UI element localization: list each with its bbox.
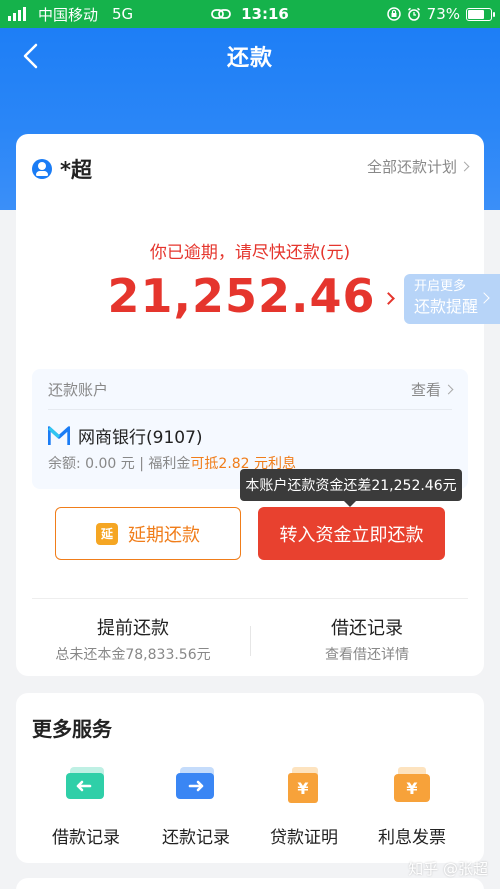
more-services-card: 更多服务 借款记录 还款记录 ¥ 贷款证明 ¥ 利息发票 [16, 693, 484, 863]
overdue-notice: 你已逾期，请尽快还款(元) [149, 243, 351, 263]
user-name: *超 [60, 158, 92, 182]
shortfall-tooltip: 本账户还款资金还差21,252.46元 [240, 469, 462, 507]
watermark: 知乎 @张超 [408, 860, 488, 878]
service-label: 利息发票 [378, 828, 446, 848]
svg-text:¥: ¥ [406, 779, 417, 798]
back-arrow-icon[interactable] [20, 42, 42, 70]
service-label: 贷款证明 [270, 828, 338, 848]
all-plans-label: 全部还款计划 [366, 158, 457, 176]
reminder-line1: 开启更多 [414, 279, 467, 294]
defer-icon: 延 [96, 522, 118, 545]
user-row: *超 [32, 154, 92, 184]
early-repay-button[interactable]: 提前还款 总未还本金78,833.56元 [16, 614, 250, 664]
service-repay-record[interactable]: 还款记录 [146, 765, 246, 848]
repay-record-icon [176, 767, 214, 799]
early-repay-title: 提前还款 [97, 618, 169, 639]
user-avatar-icon [32, 159, 52, 179]
defer-repay-button[interactable]: 延 延期还款 [55, 507, 241, 560]
network-label: 5G [112, 5, 134, 23]
chevron-right-icon [459, 161, 470, 172]
link-icon [211, 9, 232, 19]
service-label: 还款记录 [162, 828, 230, 848]
battery-icon [466, 7, 495, 21]
service-loan-certificate[interactable]: ¥ 贷款证明 [254, 765, 354, 848]
rotation-lock-icon [386, 7, 401, 21]
overdue-amount: 21,252.46 [107, 269, 376, 323]
transfer-repay-button[interactable]: 转入资金立即还款 [258, 507, 445, 560]
account-title: 还款账户 [48, 381, 109, 399]
chevron-right-icon [381, 291, 395, 305]
page-title: 还款 [226, 46, 273, 71]
repay-reminder-tab[interactable]: 开启更多 还款提醒 [404, 274, 500, 324]
bank-row: 网商银行(9107) [48, 423, 203, 448]
repay-label: 转入资金立即还款 [279, 524, 424, 546]
battery-percent: 73% [426, 5, 460, 23]
service-label: 借款记录 [52, 828, 120, 848]
signal-icon [8, 7, 26, 21]
clock: 13:16 [241, 5, 289, 23]
balance-text: 余额: 0.00 元 | 福利金 [48, 456, 191, 472]
divider [32, 598, 468, 599]
records-button[interactable]: 借还记录 查看借还详情 [250, 614, 484, 664]
chevron-right-icon [443, 384, 454, 395]
mybank-logo-icon [48, 425, 70, 445]
service-loan-record[interactable]: 借款记录 [36, 765, 136, 848]
service-interest-invoice[interactable]: ¥ 利息发票 [362, 765, 462, 848]
bank-name: 网商银行(9107) [78, 428, 203, 448]
records-title: 借还记录 [331, 618, 403, 639]
next-card-edge [16, 878, 484, 889]
svg-text:¥: ¥ [297, 779, 308, 798]
records-sub: 查看借还详情 [325, 647, 409, 663]
interest-invoice-icon: ¥ [394, 767, 430, 802]
loan-record-icon [66, 767, 104, 799]
account-view-link[interactable]: 查看 [410, 379, 454, 400]
alarm-icon [407, 7, 420, 21]
battery-level [468, 9, 485, 19]
all-plans-link[interactable]: 全部还款计划 [366, 156, 470, 177]
repayment-card: *超 全部还款计划 你已逾期，请尽快还款(元) 21,252.46 还款账户 查… [16, 134, 484, 676]
defer-label: 延期还款 [128, 524, 200, 546]
nav-bar: 还款 [0, 28, 500, 84]
loan-certificate-icon: ¥ [288, 767, 318, 803]
carrier-label: 中国移动 [38, 5, 99, 24]
view-label: 查看 [410, 381, 441, 399]
status-bar: 中国移动 5G 13:16 73% [0, 0, 500, 28]
services-title: 更多服务 [32, 717, 112, 741]
divider [48, 409, 452, 410]
early-repay-sub: 总未还本金78,833.56元 [55, 647, 211, 663]
